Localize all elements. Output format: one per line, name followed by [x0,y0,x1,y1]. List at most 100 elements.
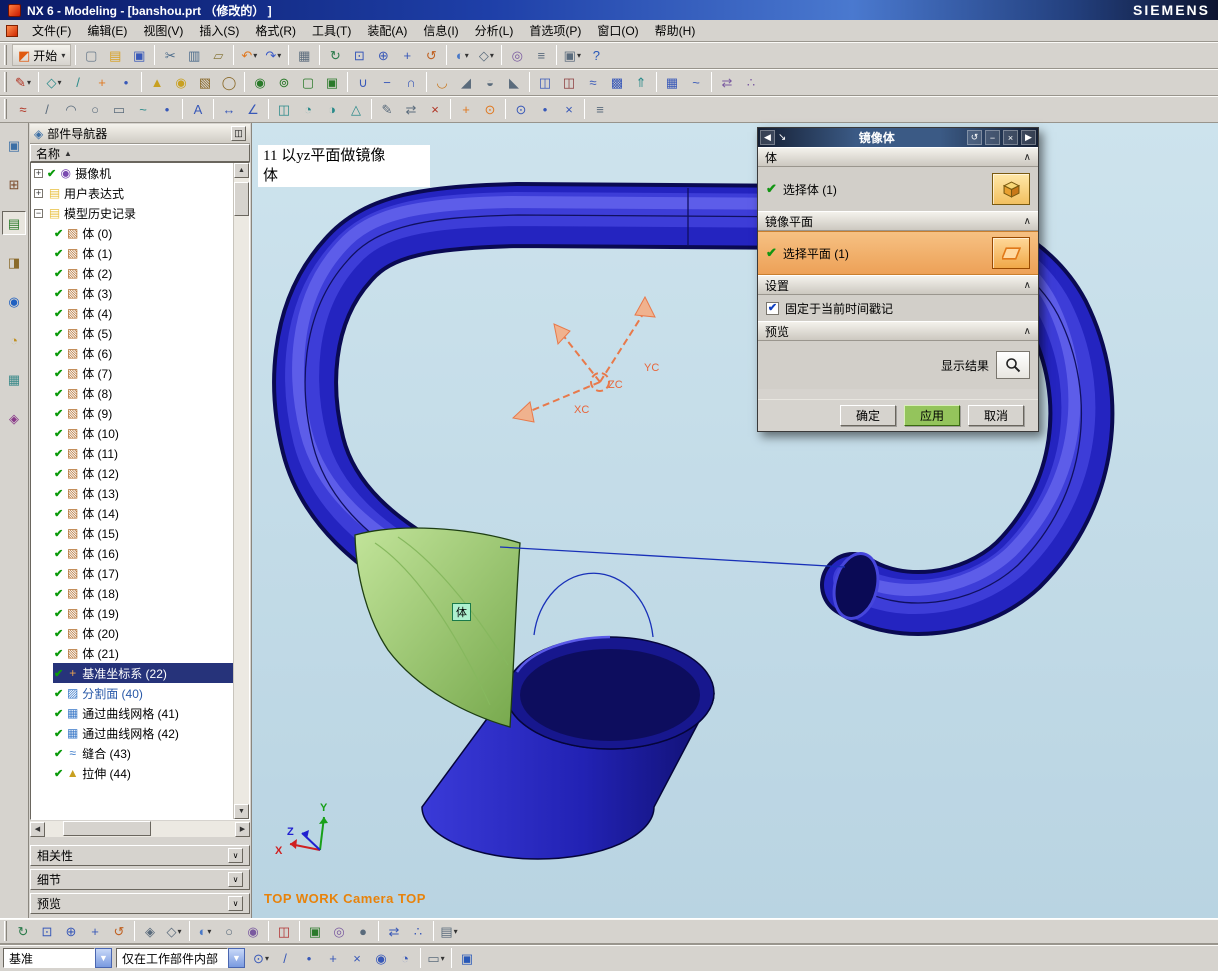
collapse-chevron-icon[interactable]: ∧ [1024,280,1031,291]
roles-button[interactable]: ◈ [2,406,26,430]
tree-item[interactable]: ✔ ▦ 通过曲线网格 (42) [31,723,233,743]
scroll-up-button[interactable]: ▲ [234,163,249,178]
shaded-mode-button[interactable]: ◐ ▾ [194,920,216,942]
feature-checkmark-icon[interactable]: ✔ [54,247,63,260]
boss-button[interactable]: ⊚ [273,71,295,93]
panel-details-expand-button[interactable]: ∨ [228,872,243,887]
curvature-analysis-button[interactable]: ◔ [297,98,319,120]
dialog-reset-button[interactable]: ↺ [967,130,982,145]
hole-button[interactable]: ◉ [249,71,271,93]
intersect-button[interactable]: ∩ [400,71,422,93]
show-hide-object-button[interactable]: ◎ [328,920,350,942]
start-button[interactable]: ◩ 开始 ▾ [12,44,72,66]
tree-item[interactable]: ✔ ▧ 体 (18) [31,583,233,603]
studio-mode-button[interactable]: ◉ [242,920,264,942]
expand-icon[interactable]: + [34,188,43,198]
history-button[interactable]: ◔ [2,328,26,352]
tree-item[interactable]: ✔ ▧ 体 (12) [31,463,233,483]
feature-checkmark-icon[interactable]: ✔ [47,167,56,180]
graphics-window[interactable]: YC ZC XC X Y Z 11 以yz平面做镜像 体 体 TOP WORK … [252,123,1218,918]
body-selection-tag[interactable]: 体 [452,603,471,621]
end-point-button[interactable]: / [274,947,296,969]
feature-checkmark-icon[interactable]: ✔ [54,447,63,460]
wcs-dynamics-button[interactable]: + [455,98,477,120]
tree-item[interactable]: ✔ + 基准坐标系 (22) [31,663,233,683]
sketch-button[interactable]: ✎ ▾ [12,71,34,93]
tree-item[interactable]: ✔ ▲ 拉伸 (44) [31,763,233,783]
line-button[interactable]: / [36,98,58,120]
group-header-preview[interactable]: 预览 ∧ [758,321,1038,341]
feature-checkmark-icon[interactable]: ✔ [54,687,63,700]
snap-intersection-button[interactable]: × [558,98,580,120]
horizontal-scrollbar[interactable]: ◀ ▶ [30,821,250,837]
group-header-settings[interactable]: 设置 ∧ [758,275,1038,295]
tree-item[interactable]: ✔ ▧ 体 (2) [31,263,233,283]
group-header-mirror-plane[interactable]: 镜像平面 ∧ [758,211,1038,231]
feature-checkmark-icon[interactable]: ✔ [54,527,63,540]
customize-button[interactable]: ≡ [589,98,611,120]
move-objects-button[interactable]: ⇄ [400,98,422,120]
tree-item[interactable]: ✔ ▧ 体 (11) [31,443,233,463]
tree-item[interactable]: ✔ ▧ 体 (14) [31,503,233,523]
collapse-icon[interactable]: − [34,208,43,218]
feature-checkmark-icon[interactable]: ✔ [54,587,63,600]
scroll-left-button[interactable]: ◀ [30,821,45,837]
toolbar-grip[interactable] [4,45,7,65]
fit-window-button[interactable]: ⊡ [348,44,370,66]
feature-checkmark-icon[interactable]: ✔ [54,387,63,400]
scope-filter-value[interactable]: 仅在工作部件内部 [116,948,228,968]
mirror-surface-green[interactable] [354,527,521,728]
scroll-right-button[interactable]: ▶ [235,821,250,837]
dialog-minimize-button[interactable]: − [985,130,1000,145]
pan-button[interactable]: + [396,44,418,66]
cancel-button[interactable]: 取消 [968,405,1024,426]
apply-button[interactable]: 应用 [904,405,960,426]
menu-edit[interactable]: 编辑(E) [79,20,135,41]
dialog-forward-button[interactable]: ▶ [1021,130,1036,145]
datum-axis-button[interactable]: / [67,71,89,93]
extrude-button[interactable]: ▲ [146,71,168,93]
text-button[interactable]: A [187,98,209,120]
pattern-object-button[interactable]: ∴ [407,920,429,942]
rotate-display-button[interactable]: ↺ [420,44,442,66]
draft-button[interactable]: ◣ [503,71,525,93]
mirror-body-button[interactable]: ⇄ [716,71,738,93]
dialog-close-button[interactable]: × [1003,130,1018,145]
tree-item[interactable]: + ▤ 用户表达式 [31,183,233,203]
part-navigator-button[interactable]: ▤ [2,211,26,235]
edit-object-display-button[interactable]: ▣ [304,920,326,942]
wcs-origin-button[interactable]: ⊙ [479,98,501,120]
tree-item[interactable]: − ▤ 模型历史记录 [31,203,233,223]
type-filter-dropdown-icon[interactable]: ▼ [95,948,112,968]
fix-timestamp-checkbox[interactable]: ✔ [766,301,779,315]
feature-checkmark-icon[interactable]: ✔ [54,467,63,480]
through-curve-mesh-button[interactable]: ▦ [661,71,683,93]
undo-button[interactable]: ↶ ▾ [238,44,260,66]
dialog-back-button[interactable]: ◀ [760,130,775,145]
intersection-point-button[interactable]: × [346,947,368,969]
collapse-chevron-icon[interactable]: ∧ [1024,216,1031,227]
type-filter-combo[interactable]: 基准 ▼ [3,948,112,968]
feature-checkmark-icon[interactable]: ✔ [54,547,63,560]
print-button[interactable]: ▦ [293,44,315,66]
toolbar-grip[interactable] [4,921,7,941]
panel-pin-button[interactable]: ◫ [231,126,246,141]
tree-item[interactable]: ✔ ▧ 体 (3) [31,283,233,303]
studio-spline-button[interactable]: ~ [132,98,154,120]
internet-explorer-button[interactable]: ◉ [2,289,26,313]
measure-distance-button[interactable]: ↔ [218,98,240,120]
name-column-header[interactable]: 名称 ▲ [30,144,250,162]
unite-button[interactable]: ∪ [352,71,374,93]
split-body-button[interactable]: ◫ [558,71,580,93]
tree-item[interactable]: ✔ ▧ 体 (13) [31,483,233,503]
panel-preview-expand-button[interactable]: ∨ [228,896,243,911]
orient-view-button[interactable]: ◇ ▾ [163,920,185,942]
help-button[interactable]: ? [585,44,607,66]
feature-checkmark-icon[interactable]: ✔ [54,627,63,640]
feature-checkmark-icon[interactable]: ✔ [54,347,63,360]
menu-information[interactable]: 信息(I) [415,20,466,41]
subtract-button[interactable]: − [376,71,398,93]
feature-checkmark-icon[interactable]: ✔ [54,367,63,380]
scope-filter-combo[interactable]: 仅在工作部件内部 ▼ [116,948,245,968]
refresh-display-button[interactable]: ↻ [324,44,346,66]
